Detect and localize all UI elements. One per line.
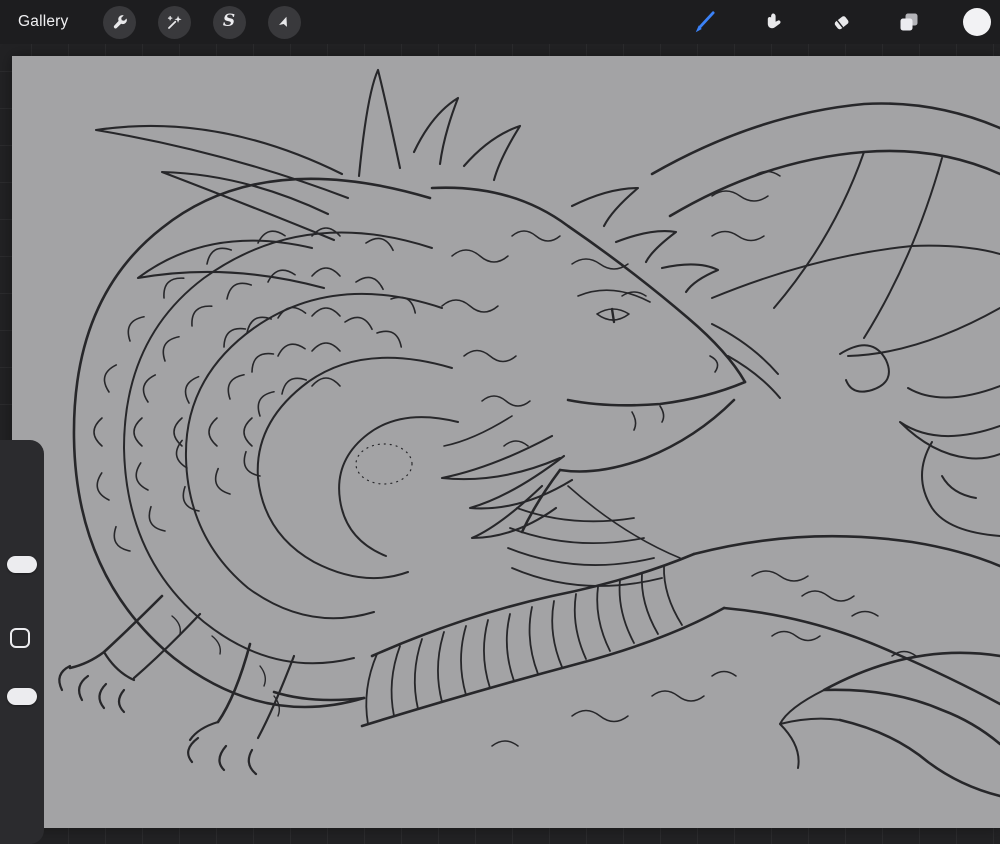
selection-s-icon: S <box>222 10 236 31</box>
canvas[interactable] <box>12 56 1000 828</box>
canvas-artwork <box>58 68 1000 798</box>
erase-tool-button[interactable] <box>828 9 854 35</box>
color-button[interactable] <box>962 7 992 37</box>
top-toolbar: Gallery S <box>0 0 1000 44</box>
selection-button[interactable]: S <box>212 5 246 39</box>
gallery-button[interactable]: Gallery <box>18 13 69 31</box>
transform-arrow-icon <box>275 13 294 32</box>
paint-tool-button[interactable] <box>692 9 718 35</box>
eraser-icon <box>829 10 853 34</box>
layers-button[interactable] <box>896 9 922 35</box>
adjustments-button[interactable] <box>157 5 191 39</box>
smudge-tool-button[interactable] <box>760 9 786 35</box>
actions-button[interactable] <box>102 5 136 39</box>
opacity-slider[interactable] <box>7 688 37 705</box>
smudge-icon <box>761 10 785 34</box>
toolbar-right-group <box>692 0 992 44</box>
sidebar <box>0 440 44 844</box>
transform-button[interactable] <box>267 5 301 39</box>
brush-icon <box>692 9 718 35</box>
modify-button[interactable] <box>10 628 30 648</box>
magic-wand-icon <box>165 13 184 32</box>
layers-icon <box>897 10 921 34</box>
color-swatch-circle <box>962 7 992 37</box>
wrench-icon <box>110 13 129 32</box>
toolbar-left-group: Gallery S <box>0 5 301 39</box>
brush-size-slider[interactable] <box>7 556 37 573</box>
